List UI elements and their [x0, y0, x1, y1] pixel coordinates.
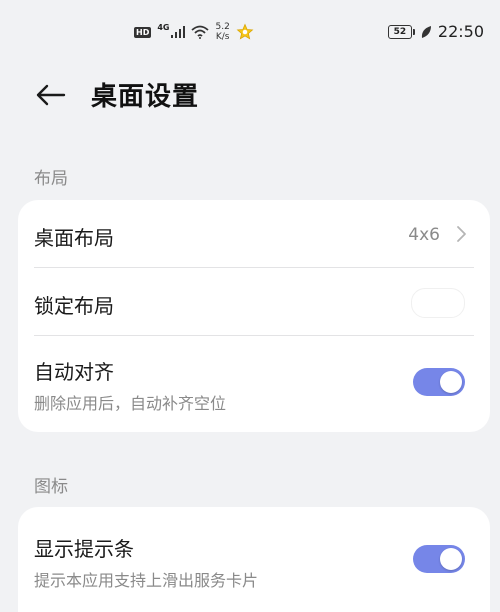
- section-header-icons: 图标: [34, 477, 68, 497]
- page-title: 桌面设置: [91, 82, 200, 112]
- section-header-layout: 布局: [34, 169, 68, 189]
- cellular-signal-icon: [171, 26, 186, 38]
- star-notification-icon: [236, 23, 254, 40]
- page-header: 桌面设置: [0, 70, 500, 120]
- network-speed: 5.2 K/s: [215, 22, 229, 42]
- desktop-layout-title: 桌面布局: [34, 226, 114, 250]
- status-bar: HD 4G 5.2 K/s 52 22:50: [0, 0, 500, 64]
- network-type-label: 4G: [157, 22, 170, 32]
- desktop-layout-value: 4x6: [408, 225, 440, 245]
- battery-icon: 52: [387, 24, 415, 39]
- status-right: 52 22:50: [387, 22, 484, 41]
- toggle-knob: [440, 371, 462, 393]
- desktop-layout-row[interactable]: 桌面布局 4x6: [18, 200, 490, 268]
- lock-layout-title: 锁定布局: [34, 294, 114, 318]
- lock-layout-row[interactable]: 锁定布局: [18, 268, 490, 336]
- chevron-right-icon: [457, 226, 466, 242]
- leaf-icon: [421, 25, 431, 38]
- show-hint-bar-subtitle: 提示本应用支持上滑出服务卡片: [34, 571, 259, 590]
- show-hint-bar-toggle[interactable]: [413, 545, 465, 573]
- network-speed-unit: K/s: [215, 32, 230, 42]
- auto-align-row[interactable]: 自动对齐 删除应用后，自动补齐空位: [18, 336, 490, 432]
- lock-layout-toggle[interactable]: [411, 288, 465, 318]
- auto-align-subtitle: 删除应用后，自动补齐空位: [34, 394, 227, 413]
- toggle-knob: [440, 548, 462, 570]
- hd-badge: HD: [134, 26, 152, 38]
- toggle-knob: [415, 292, 437, 314]
- icon-settings-card: 显示提示条 提示本应用支持上滑出服务卡片: [18, 507, 490, 612]
- wifi-icon: [191, 25, 210, 39]
- network-speed-value: 5.2: [215, 22, 230, 32]
- status-icons: HD 4G 5.2 K/s: [134, 22, 254, 42]
- back-arrow-icon: [36, 84, 66, 106]
- auto-align-toggle[interactable]: [413, 368, 465, 396]
- auto-align-title: 自动对齐: [34, 360, 114, 384]
- show-hint-bar-row[interactable]: 显示提示条 提示本应用支持上滑出服务卡片: [18, 507, 490, 603]
- layout-settings-card: 桌面布局 4x6 锁定布局 自动对齐 删除应用后，自动补齐空位: [18, 200, 490, 432]
- clock: 22:50: [437, 22, 484, 41]
- show-hint-bar-title: 显示提示条: [34, 537, 134, 561]
- back-button[interactable]: [30, 78, 70, 112]
